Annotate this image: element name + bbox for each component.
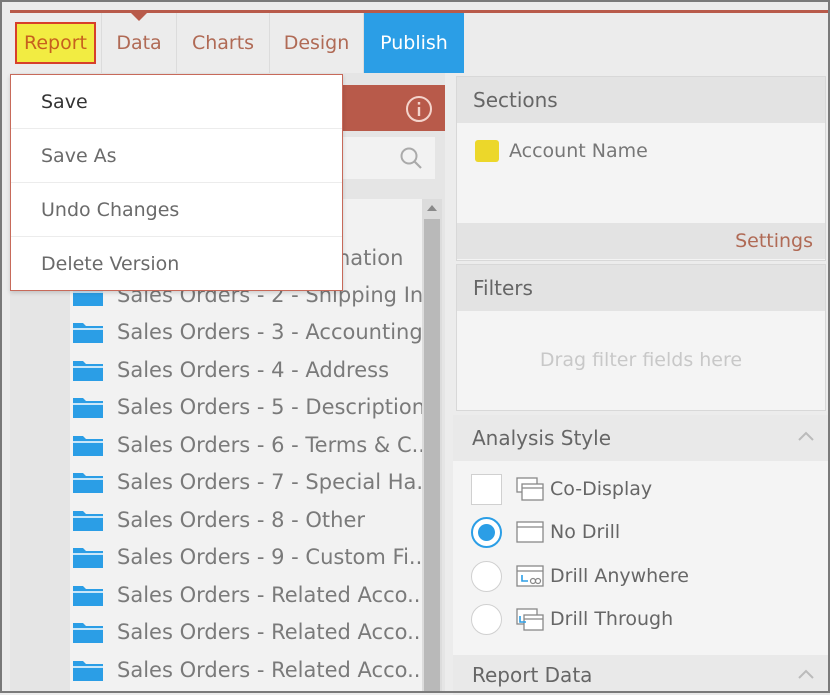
folder-icon xyxy=(73,472,103,493)
drill-option-drill-through[interactable]: Drill Through xyxy=(471,603,673,635)
sections-title: Sections xyxy=(457,77,825,123)
filter-drop-zone[interactable]: Drag filter fields here xyxy=(457,311,825,409)
drill-anywhere-icon xyxy=(516,565,544,587)
folder-icon xyxy=(73,510,103,531)
tree-item[interactable]: Sales Orders - 7 - Special Ha... xyxy=(72,463,422,500)
section-field-account-name[interactable]: Account Name xyxy=(509,140,648,162)
no-drill-icon xyxy=(516,521,544,543)
scroll-up-arrow-icon[interactable] xyxy=(427,205,437,211)
drill-anywhere-radio[interactable] xyxy=(471,560,502,592)
filters-title: Filters xyxy=(457,265,825,311)
analysis-style-header[interactable]: Analysis Style xyxy=(453,415,830,461)
tree-item[interactable]: Sales Orders - 5 - Description xyxy=(72,388,422,425)
co-display-option[interactable]: Co-Display xyxy=(471,473,652,505)
drill-through-icon xyxy=(516,608,544,631)
drill-through-radio[interactable] xyxy=(471,603,502,635)
tab-design-label: Design xyxy=(283,32,350,54)
tab-report[interactable]: Report xyxy=(10,13,102,73)
tab-charts[interactable]: Charts xyxy=(177,13,270,73)
folder-icon xyxy=(73,435,103,456)
filters-panel: Filters Drag filter fields here xyxy=(456,264,826,411)
scroll-thumb[interactable] xyxy=(424,219,440,693)
folder-icon xyxy=(73,360,103,381)
tree-item-label: Sales Orders - Related Acco... xyxy=(117,582,422,607)
analysis-style-panel: Analysis Style Co-Display No Drill Drill… xyxy=(453,415,830,655)
tree-scrollbar[interactable] xyxy=(422,199,442,693)
tree-item-label: Sales Orders - 9 - Custom Fi... xyxy=(117,544,422,569)
co-display-icon xyxy=(516,477,544,501)
tab-design[interactable]: Design xyxy=(270,13,364,73)
sections-panel: Sections Account Name Settings xyxy=(456,76,826,261)
menu-item-save-as[interactable]: Save As xyxy=(11,129,342,183)
tree-item-label: Sales Orders - Related Acco... xyxy=(117,619,422,644)
tree-item-label: Sales Orders - 7 - Special Ha... xyxy=(117,469,422,494)
folder-icon xyxy=(73,547,103,568)
co-display-checkbox[interactable] xyxy=(471,473,502,505)
folder-icon xyxy=(73,322,103,343)
report-data-panel: Report Data xyxy=(453,655,830,695)
field-color-swatch xyxy=(475,140,499,162)
sections-settings-link[interactable]: Settings xyxy=(457,223,825,259)
active-tab-caret xyxy=(131,13,147,21)
chevron-up-icon[interactable] xyxy=(798,669,814,679)
tree-item-label: Sales Orders - 6 - Terms & C... xyxy=(117,432,422,457)
search-icon[interactable] xyxy=(399,146,423,170)
tree-item[interactable]: Sales Orders - 6 - Terms & C... xyxy=(72,426,422,463)
drill-option-drill-anywhere[interactable]: Drill Anywhere xyxy=(471,560,689,592)
folder-icon xyxy=(73,585,103,606)
report-data-header[interactable]: Report Data xyxy=(453,655,830,695)
tab-charts-label: Charts xyxy=(191,32,255,54)
folder-icon xyxy=(73,622,103,643)
report-menu: Save Save As Undo Changes Delete Version xyxy=(10,74,343,291)
menu-item-delete-version[interactable]: Delete Version xyxy=(11,237,342,291)
tree-item-label: Sales Orders - 5 - Description xyxy=(117,394,422,419)
tree-item[interactable]: Sales Orders - Related Acco... xyxy=(72,651,422,688)
tree-item[interactable]: Sales Orders - 8 - Other xyxy=(72,501,422,538)
co-display-label: Co-Display xyxy=(550,478,653,500)
analysis-style-title: Analysis Style xyxy=(472,426,611,450)
report-data-title: Report Data xyxy=(472,663,593,687)
tree-item[interactable]: Sales Orders - 3 - Accounting xyxy=(72,313,422,350)
tree-item-label: Sales Orders - 4 - Address xyxy=(117,357,390,382)
top-nav: Report Data Charts Design Publish xyxy=(10,13,464,73)
folder-icon xyxy=(73,397,103,418)
tree-item[interactable]: Sales Orders - 9 - Custom Fi... xyxy=(72,538,422,575)
menu-item-save[interactable]: Save xyxy=(11,75,342,129)
tree-item[interactable]: Sales Orders - 4 - Address xyxy=(72,351,422,388)
tree-item-label: Sales Orders - 3 - Accounting xyxy=(117,319,422,344)
menu-item-undo-changes[interactable]: Undo Changes xyxy=(11,183,342,237)
chevron-up-icon[interactable] xyxy=(798,431,814,441)
tree-item-label: Sales Orders - Related Acco... xyxy=(117,657,422,682)
tab-publish-label: Publish xyxy=(380,32,448,54)
drill-anywhere-label: Drill Anywhere xyxy=(550,565,689,587)
tab-publish[interactable]: Publish xyxy=(364,13,464,73)
sections-drop-area[interactable]: Account Name xyxy=(457,123,825,223)
drill-option-no-drill[interactable]: No Drill xyxy=(471,516,620,548)
tab-data-label: Data xyxy=(116,32,162,54)
tree-item-label: Sales Orders - 8 - Other xyxy=(117,507,366,532)
folder-icon xyxy=(73,660,103,681)
no-drill-radio[interactable] xyxy=(471,516,502,548)
tab-report-label[interactable]: Report xyxy=(15,22,96,64)
drill-through-label: Drill Through xyxy=(550,608,674,630)
tree-item-label: nation xyxy=(337,245,404,270)
tab-data[interactable]: Data xyxy=(102,13,177,73)
tree-item[interactable]: Sales Orders - Related Acco... xyxy=(72,576,422,613)
tree-item[interactable]: Sales Orders - Related Acco... xyxy=(72,613,422,650)
no-drill-label: No Drill xyxy=(550,521,621,543)
info-icon[interactable] xyxy=(405,95,433,123)
